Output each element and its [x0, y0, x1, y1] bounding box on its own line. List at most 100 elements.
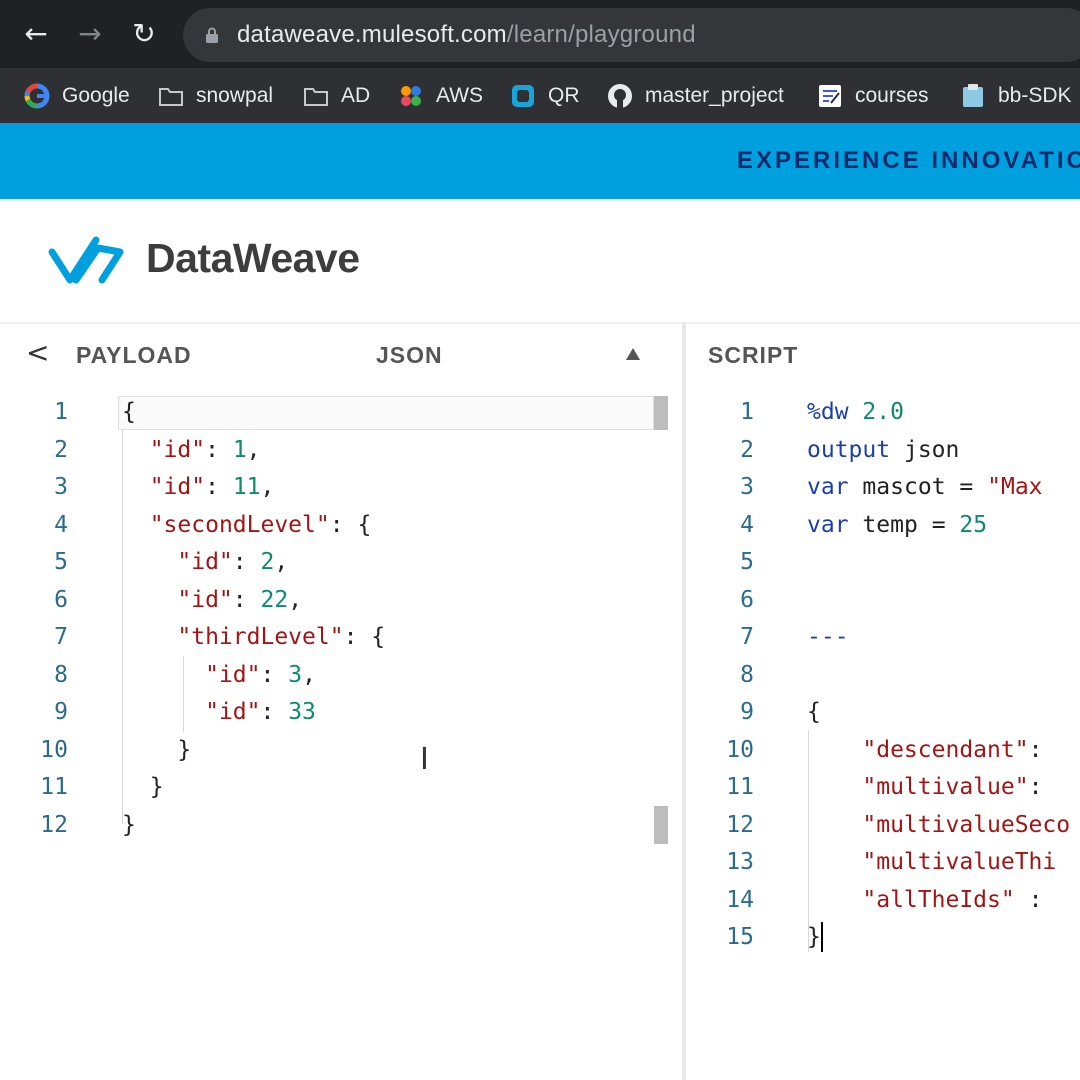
line-number: 9 [740, 699, 754, 725]
code-line[interactable]: "thirdLevel": { [122, 619, 385, 657]
code-line[interactable]: var mascot = "Max [807, 469, 1043, 507]
code-line[interactable]: %dw 2.0 [807, 394, 904, 432]
line-number: 14 [726, 886, 754, 913]
url-text[interactable]: dataweave.mulesoft.com/learn/playground [237, 20, 696, 50]
code-line[interactable]: var temp = 25 [807, 507, 987, 545]
code-line[interactable]: "secondLevel": { [122, 507, 372, 545]
line-number: 15 [726, 924, 754, 950]
line-number: 11 [726, 774, 754, 800]
editor-scrollbar[interactable] [654, 396, 668, 430]
bookmark-label: snowpal [196, 84, 274, 107]
line-number: 4 [740, 511, 754, 538]
code-line[interactable]: "id": 33 [122, 694, 316, 732]
site-banner: EXPERIENCE INNOVATIC [0, 123, 1080, 199]
active-line-highlight [118, 396, 654, 430]
bookmark-google[interactable]: Google [24, 80, 130, 112]
code-line[interactable]: "multivalueThi [807, 844, 1056, 882]
code-line[interactable]: "id": 1, [122, 432, 261, 470]
code-line[interactable]: "id": 11, [122, 469, 275, 507]
qr-icon [512, 85, 534, 107]
folder-icon [304, 88, 328, 106]
code-line[interactable]: "allTheIds" : [807, 882, 1056, 920]
line-number: 13 [726, 849, 754, 875]
aws-icon [401, 86, 421, 106]
bookmark-bb-sdk[interactable]: bb-SDK [960, 80, 1072, 112]
url-path: /learn/playground [506, 21, 696, 48]
bookmark-master-project[interactable]: master_project [607, 80, 784, 112]
bookmark-qr[interactable]: QR [510, 80, 580, 112]
dataweave-logo-icon[interactable] [48, 232, 124, 288]
line-number: 7 [740, 624, 754, 650]
code-line[interactable]: "id": 3, [122, 657, 316, 695]
forward-arrow-icon[interactable]: → [72, 16, 108, 52]
back-arrow-icon[interactable]: ← [18, 16, 54, 52]
folder-icon [159, 88, 183, 106]
code-line[interactable]: "id": 22, [122, 582, 302, 620]
code-line[interactable]: } [122, 732, 191, 770]
code-line[interactable]: "multivalueSeco [807, 807, 1070, 845]
script-label: SCRIPT [708, 342, 799, 368]
reload-icon[interactable]: ↻ [126, 16, 162, 52]
line-number: 9 [54, 699, 68, 725]
line-number: 12 [726, 811, 754, 838]
bookmark-courses[interactable]: courses [817, 80, 929, 112]
browser-toolbar: ← → ↻ dataweave.mulesoft.com/learn/playg… [0, 0, 1080, 68]
bookmark-label: AWS [436, 84, 484, 107]
bookmark-label: bb-SDK [998, 84, 1072, 107]
editor-scrollbar-thumb[interactable] [654, 806, 668, 844]
line-number: 6 [54, 586, 68, 613]
code-line[interactable]: "descendant": [807, 732, 1056, 770]
text-caret [821, 922, 823, 952]
line-number: 2 [740, 436, 754, 463]
lock-icon [206, 27, 218, 43]
bookmarks-bar: Google snowpal AD AWS QR master_project … [0, 68, 1080, 123]
payload-panel-header: < PAYLOAD JSON [0, 322, 682, 382]
address-bar[interactable]: dataweave.mulesoft.com/learn/playground [183, 8, 1080, 62]
line-number: 8 [740, 661, 754, 688]
line-number: 3 [740, 474, 754, 500]
code-line[interactable]: } [807, 919, 821, 957]
line-number: 11 [40, 774, 68, 800]
line-number: 4 [54, 511, 68, 538]
line-number: 5 [54, 549, 68, 575]
format-select-value[interactable]: JSON [376, 342, 443, 369]
line-number: 7 [54, 624, 68, 650]
code-line[interactable]: { [122, 394, 136, 432]
collapse-panel-button[interactable]: < [26, 336, 49, 369]
line-number: 8 [54, 661, 68, 688]
app-title[interactable]: DataWeave [146, 235, 360, 282]
line-number: 10 [40, 736, 68, 763]
clipboard-icon [963, 84, 983, 107]
code-line[interactable]: "multivalue": [807, 769, 1056, 807]
line-number: 6 [740, 586, 754, 613]
bookmark-aws[interactable]: AWS [398, 80, 483, 112]
banner-text: EXPERIENCE INNOVATIC [737, 147, 1080, 174]
line-number: 12 [40, 811, 68, 838]
bookmark-label: Google [62, 84, 130, 107]
app-header: DataWeave [0, 199, 1080, 322]
line-number: 1 [740, 399, 754, 425]
bookmark-snowpal[interactable]: snowpal [158, 80, 273, 112]
github-icon [608, 84, 632, 108]
code-line[interactable]: "id": 2, [122, 544, 288, 582]
code-line[interactable]: --- [807, 619, 849, 657]
code-line[interactable]: output json [807, 432, 959, 470]
line-number: 2 [54, 436, 68, 463]
line-number: 10 [726, 736, 754, 763]
bookmark-label: courses [855, 84, 929, 107]
mouse-cursor-icon: I [420, 742, 429, 777]
code-line[interactable]: } [122, 769, 164, 807]
line-number: 1 [54, 399, 68, 425]
bookmark-ad[interactable]: AD [303, 80, 370, 112]
url-host: dataweave.mulesoft.com [237, 21, 507, 48]
format-dropdown-icon[interactable] [626, 348, 640, 360]
bookmark-label: master_project [645, 84, 784, 107]
bookmark-label: QR [548, 84, 580, 107]
panel-divider[interactable] [682, 322, 686, 1080]
notes-icon [819, 85, 841, 107]
line-number: 5 [740, 549, 754, 575]
line-number: 3 [54, 474, 68, 500]
bookmark-label: AD [341, 84, 371, 107]
code-line[interactable]: { [807, 694, 821, 732]
code-line[interactable]: } [122, 807, 136, 845]
